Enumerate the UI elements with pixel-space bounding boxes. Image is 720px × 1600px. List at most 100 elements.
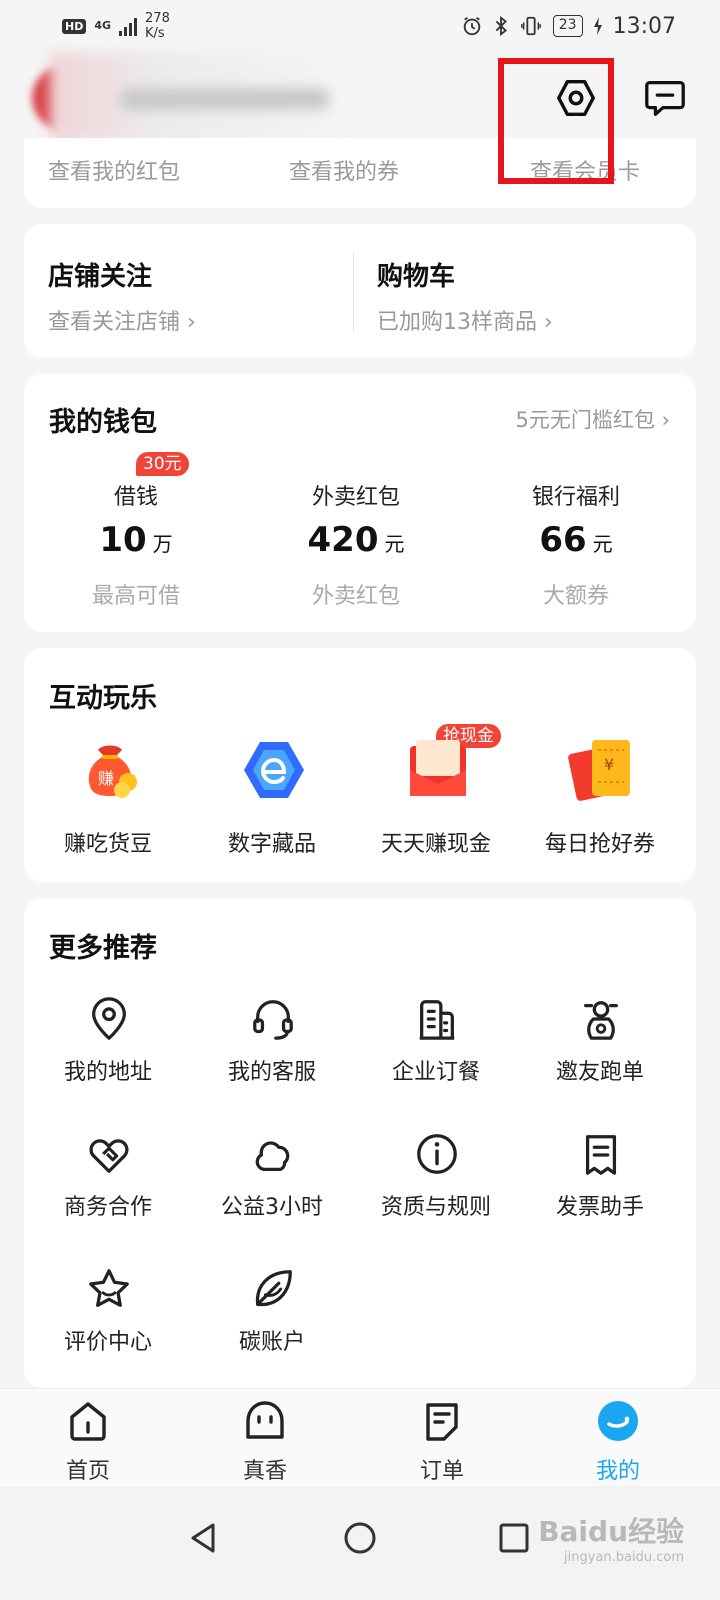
wallet-item-label: 银行福利 xyxy=(531,485,620,510)
nav-recents-button[interactable] xyxy=(484,1508,544,1568)
headset-icon xyxy=(253,1000,293,1040)
more-item-label: 评价中心 xyxy=(63,1330,152,1355)
tab-mine[interactable]: 我的 xyxy=(558,1399,678,1484)
svg-text:¥: ¥ xyxy=(604,755,614,774)
status-left: HD 4G 278 K/s xyxy=(62,11,170,41)
coupon-ticket-icon: ¥ xyxy=(568,740,630,801)
nav-home-button[interactable] xyxy=(330,1508,390,1568)
cart-entry[interactable]: 购物车 已加购13样商品 › xyxy=(377,224,677,358)
store-follow-subtitle: 查看关注店铺 › xyxy=(48,310,196,335)
more-item-invite-rider[interactable]: 邀友跑单 xyxy=(516,996,684,1106)
svg-text:赚: 赚 xyxy=(98,769,114,788)
status-right: 23 13:07 xyxy=(461,14,676,39)
network-type: 4G xyxy=(94,19,112,32)
chat-bubble-icon xyxy=(645,81,685,116)
more-item-label: 我的客服 xyxy=(227,1060,316,1085)
username-blurred[interactable] xyxy=(50,52,340,144)
wallet-item-caption: 最高可借 xyxy=(91,584,180,609)
fun-item-label: 每日抢好券 xyxy=(544,832,655,857)
wallet-item-caption: 外卖红包 xyxy=(311,584,400,609)
divider xyxy=(353,252,354,332)
more-recommendations-card: 更多推荐 我的地址 我的客服 企业订餐 邀友跑单 商务合作 公益3小时 资质与规… xyxy=(24,898,696,1388)
status-bar: HD 4G 278 K/s 23 13:07 xyxy=(0,0,720,52)
order-doc-icon xyxy=(426,1403,458,1441)
clock: 13:07 xyxy=(612,13,676,39)
wallet-item-takeout-red-packet[interactable]: 外卖红包 420 元 外卖红包 xyxy=(244,374,468,632)
loan-badge: 30元 xyxy=(136,452,189,476)
leaf-icon xyxy=(256,1270,292,1306)
nav-back-button[interactable] xyxy=(174,1508,234,1568)
watermark-brand: Baidu经验 xyxy=(538,1515,684,1548)
more-item-label: 邀友跑单 xyxy=(555,1060,644,1085)
cloud-icon xyxy=(255,1141,290,1171)
message-button[interactable] xyxy=(637,70,693,126)
more-item-charity[interactable]: 公益3小时 xyxy=(188,1131,356,1241)
bottom-tab-bar: 首页 真香 订单 我的 xyxy=(0,1388,720,1486)
bluetooth-icon xyxy=(495,15,507,37)
system-nav-bar: Baidu经验 jingyan.baidu.com xyxy=(0,1486,720,1600)
watermark-url: jingyan.baidu.com xyxy=(564,1550,684,1565)
more-item-label: 发票助手 xyxy=(555,1195,644,1220)
wallet-item-bank-benefits[interactable]: 银行福利 66 元 大额券 xyxy=(464,374,688,632)
building-icon xyxy=(419,1000,455,1040)
tab-zhenxiang[interactable]: 真香 xyxy=(205,1399,325,1484)
home-icon xyxy=(70,1402,106,1441)
wallet-item-label: 外卖红包 xyxy=(311,485,400,510)
more-item-enterprise-order[interactable]: 企业订餐 xyxy=(352,996,520,1106)
handshake-icon xyxy=(89,1139,129,1173)
chevron-right-icon: › xyxy=(187,310,196,335)
store-follow-entry[interactable]: 店铺关注 查看关注店铺 › xyxy=(48,224,348,358)
wallet-item-label: 借钱 xyxy=(113,485,158,510)
more-item-carbon-account[interactable]: 碳账户 xyxy=(188,1266,356,1376)
home-circle-icon xyxy=(344,1522,376,1554)
more-item-qualifications-rules[interactable]: 资质与规则 xyxy=(352,1131,520,1241)
more-item-label: 商务合作 xyxy=(63,1195,152,1220)
my-coupons-link[interactable]: 查看我的券 xyxy=(289,154,399,186)
money-bag-icon: 赚 xyxy=(88,745,137,798)
wallet-item-loan[interactable]: 30元 借钱 10 万 最高可借 xyxy=(24,374,248,632)
star-icon xyxy=(89,1269,129,1307)
interactive-fun-card: 互动玩乐 赚 赚吃货豆 数字藏品 抢现金 天天赚现金 ¥ 每日抢好券 xyxy=(24,648,696,882)
fun-item-daily-coupon[interactable]: ¥ 每日抢好券 xyxy=(516,736,684,866)
tab-label: 订单 xyxy=(419,1459,464,1484)
tab-home[interactable]: 首页 xyxy=(28,1399,148,1484)
watermark: Baidu经验 jingyan.baidu.com xyxy=(538,1510,684,1565)
tab-orders[interactable]: 订单 xyxy=(382,1399,502,1484)
wallet-card: 我的钱包 5元无门槛红包 › 30元 借钱 10 万 最高可借 外卖红包 420 元… xyxy=(24,374,696,632)
scooter-icon xyxy=(584,1001,618,1040)
fun-item-earn-beans[interactable]: 赚 赚吃货豆 xyxy=(24,736,192,866)
more-item-address[interactable]: 我的地址 xyxy=(24,996,192,1106)
chevron-right-icon: › xyxy=(544,310,553,335)
follow-cart-card: 店铺关注 查看关注店铺 › 购物车 已加购13样商品 › xyxy=(24,224,696,358)
more-item-label: 公益3小时 xyxy=(221,1195,323,1220)
tab-label: 真香 xyxy=(242,1459,287,1484)
back-triangle-icon xyxy=(191,1523,215,1553)
tab-label: 我的 xyxy=(595,1459,640,1484)
fun-item-label: 赚吃货豆 xyxy=(63,832,152,857)
more-item-invoice-assistant[interactable]: 发票助手 xyxy=(516,1131,684,1241)
more-item-label: 资质与规则 xyxy=(380,1195,491,1220)
network-speed: 278 K/s xyxy=(145,11,170,41)
more-item-label: 我的地址 xyxy=(63,1060,152,1085)
red-envelope-icon xyxy=(410,740,466,796)
fun-item-digital-collectibles[interactable]: 数字藏品 xyxy=(188,736,356,866)
more-item-business-cooperation[interactable]: 商务合作 xyxy=(24,1131,192,1241)
fun-title: 互动玩乐 xyxy=(49,683,157,714)
more-item-review-center[interactable]: 评价中心 xyxy=(24,1266,192,1376)
digital-collectible-icon xyxy=(244,742,304,798)
vibrate-icon xyxy=(520,16,541,36)
fun-item-label: 数字藏品 xyxy=(227,832,316,857)
signal-icon xyxy=(119,16,138,36)
charging-icon xyxy=(593,17,602,35)
fun-item-label: 天天赚现金 xyxy=(380,832,491,857)
location-pin-icon xyxy=(92,997,126,1040)
smile-face-icon xyxy=(246,1401,284,1439)
wallet-item-caption: 大额券 xyxy=(542,584,609,609)
tab-label: 首页 xyxy=(65,1459,110,1484)
receipt-icon xyxy=(585,1135,617,1175)
alarm-icon xyxy=(463,16,481,36)
my-red-packets-link[interactable]: 查看我的红包 xyxy=(48,154,180,186)
wallet-item-amount: 420 元 xyxy=(307,520,405,560)
more-item-customer-service[interactable]: 我的客服 xyxy=(188,996,356,1106)
fun-item-daily-cash[interactable]: 抢现金 天天赚现金 xyxy=(352,724,520,866)
